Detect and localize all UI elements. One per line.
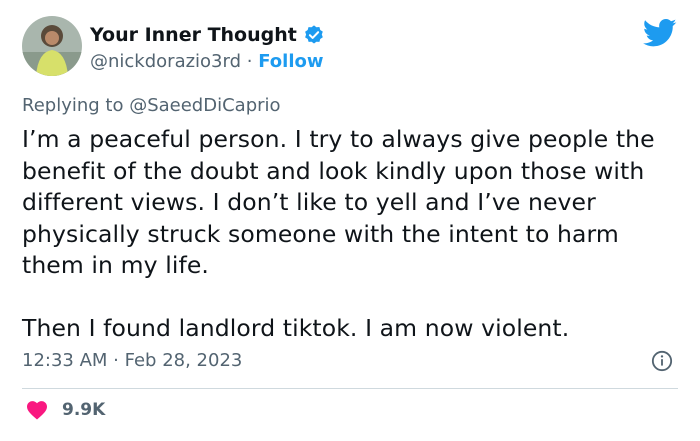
twitter-bird-icon[interactable] xyxy=(643,18,677,48)
tweet-paragraph-2: Then I found landlord tiktok. I am now v… xyxy=(22,313,570,342)
avatar-image xyxy=(22,16,82,76)
tweet-body: I’m a peaceful person. I try to always g… xyxy=(22,124,682,344)
author-name-row: Your Inner Thought xyxy=(90,23,325,47)
heart-icon[interactable] xyxy=(26,400,48,420)
info-icon[interactable] xyxy=(651,350,673,372)
reply-mention[interactable]: @SaeedDiCaprio xyxy=(129,95,280,116)
replying-to: Replying to @SaeedDiCaprio xyxy=(22,94,281,118)
tweet-paragraph-1: I’m a peaceful person. I try to always g… xyxy=(22,125,655,279)
replying-prefix: Replying to xyxy=(22,95,130,116)
separator-dot: · xyxy=(246,51,253,72)
like-count: 9.9K xyxy=(62,400,106,420)
verified-badge-icon xyxy=(304,25,323,44)
author-handle[interactable]: @nickdorazio3rd xyxy=(90,51,241,72)
divider xyxy=(22,388,678,389)
display-name[interactable]: Your Inner Thought xyxy=(90,23,297,47)
handle-line: @nickdorazio3rd · Follow xyxy=(90,50,324,74)
avatar[interactable] xyxy=(22,16,82,76)
tweet-timestamp[interactable]: 12:33 AM · Feb 28, 2023 xyxy=(22,349,242,373)
like-action[interactable]: 9.9K xyxy=(26,400,105,420)
follow-button[interactable]: Follow xyxy=(258,51,323,72)
